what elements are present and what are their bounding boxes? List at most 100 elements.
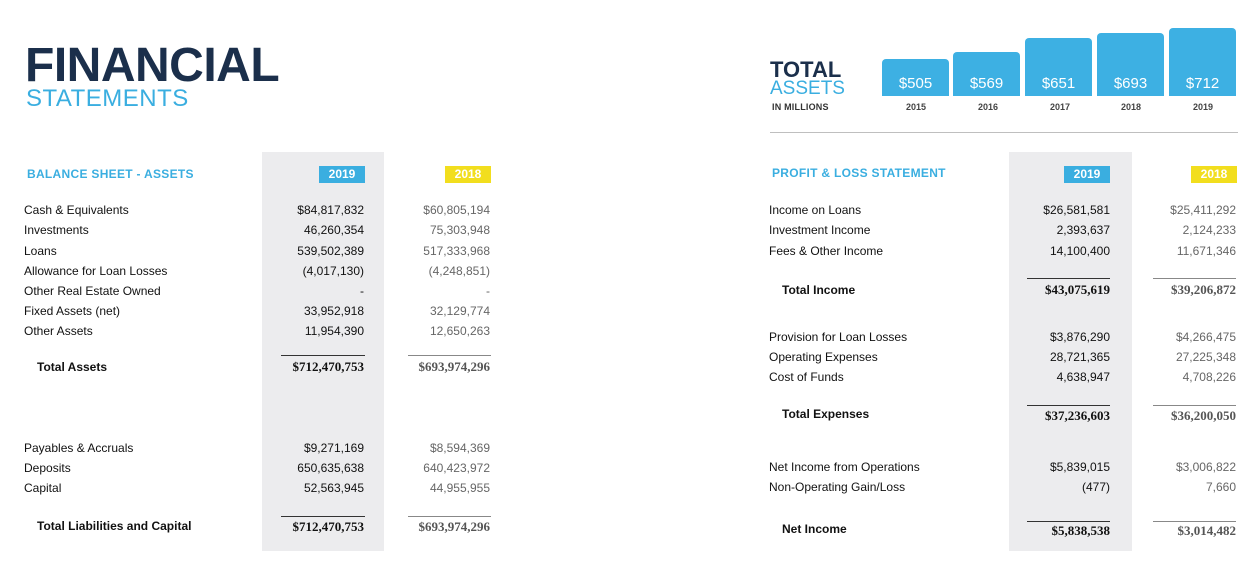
row-label: Capital — [24, 481, 62, 495]
value-2018: $3,006,822 — [1175, 460, 1236, 474]
total-assets-label: Total Assets — [37, 360, 108, 374]
value-2019: (4,017,130) — [302, 264, 364, 278]
bar-year-label: 2016 — [977, 102, 999, 112]
value-2018: 12,650,263 — [429, 324, 490, 338]
value-2019: 539,502,389 — [297, 244, 364, 258]
value-2019: $5,839,015 — [1049, 460, 1110, 474]
value-2019: 46,260,354 — [303, 223, 364, 237]
row-label: Cost of Funds — [769, 370, 844, 384]
value-2019: $84,817,832 — [297, 203, 364, 217]
value-2018: 517,333,968 — [423, 244, 490, 258]
row-label: Payables & Accruals — [24, 441, 134, 455]
bar-value: $505 — [898, 75, 933, 92]
total-income-label: Total Income — [782, 283, 856, 297]
badge-2019: 2019 — [1064, 166, 1110, 183]
value-2018: $8,594,369 — [429, 441, 490, 455]
total-assets-2019: $712,470,753 — [292, 359, 365, 374]
total-expenses-label: Total Expenses — [782, 407, 870, 421]
bar-year-label: 2015 — [905, 102, 927, 112]
total-liabilities-2019: $712,470,753 — [292, 519, 365, 534]
total-assets-subtitle: ASSETS — [770, 78, 845, 99]
total-expenses-2019: $37,236,603 — [1045, 408, 1110, 423]
value-2019: $26,581,581 — [1043, 203, 1110, 217]
value-2019: 650,635,638 — [297, 461, 364, 475]
badge-2018: 2018 — [1191, 166, 1237, 183]
total-rule-2018 — [1153, 521, 1236, 522]
bar-year-label: 2017 — [1049, 102, 1071, 112]
value-2018: 75,303,948 — [429, 223, 490, 237]
total-assets-unit: IN MILLIONS — [772, 102, 829, 112]
badge-2018: 2018 — [445, 166, 491, 183]
row-label: Income on Loans — [769, 203, 862, 217]
total-rule-2019 — [281, 355, 365, 356]
page-subtitle: STATEMENTS — [26, 85, 189, 112]
value-2019: 11,954,390 — [304, 324, 364, 338]
value-2018: (4,248,851) — [428, 264, 490, 278]
total-rule-2019 — [281, 516, 365, 517]
total-assets-bar: $569 — [953, 52, 1020, 96]
value-2018: 4,708,226 — [1182, 370, 1236, 384]
row-label: Net Income from Operations — [769, 460, 920, 474]
net-income-2018: $3,014,482 — [1177, 523, 1237, 538]
total-assets-2018: $693,974,296 — [418, 359, 491, 374]
row-label: Fixed Assets (net) — [24, 304, 121, 318]
value-2019: 2,393,637 — [1056, 223, 1110, 237]
total-assets-bar: $693 — [1097, 33, 1164, 96]
row-label: Other Assets — [24, 324, 93, 338]
pl-heading: PROFIT & LOSS STATEMENT — [772, 166, 946, 180]
total-assets-bar: $651 — [1025, 38, 1092, 96]
bar-value: $712 — [1185, 75, 1220, 92]
bar-value: $693 — [1113, 75, 1148, 92]
total-liabilities-2018: $693,974,296 — [418, 519, 491, 534]
value-2019: 33,952,918 — [303, 304, 364, 318]
net-income-label: Net Income — [782, 522, 847, 536]
total-rule-2019 — [1027, 278, 1110, 279]
row-label: Investment Income — [769, 223, 871, 237]
value-2019: 52,563,945 — [303, 481, 364, 495]
value-2018: $4,266,475 — [1175, 330, 1236, 344]
value-2019: 4,638,947 — [1056, 370, 1110, 384]
total-income-2019: $43,075,619 — [1045, 282, 1110, 297]
row-label: Fees & Other Income — [769, 244, 884, 258]
value-2019: (477) — [1081, 480, 1110, 494]
bar-year-label: 2018 — [1120, 102, 1142, 112]
total-assets-bar: $505 — [882, 59, 949, 96]
total-rule-2019 — [1027, 521, 1110, 522]
bar-value: $569 — [969, 75, 1004, 92]
total-rule-2019 — [1027, 405, 1110, 406]
value-2018: 32,129,774 — [429, 304, 490, 318]
value-2018: 2,124,233 — [1182, 223, 1236, 237]
value-2019: $9,271,169 — [303, 441, 364, 455]
badge-2019: 2019 — [319, 166, 365, 183]
value-2018: 7,660 — [1205, 480, 1236, 494]
row-label: Allowance for Loan Losses — [24, 264, 168, 278]
value-2018: $25,411,292 — [1170, 203, 1236, 217]
row-label: Loans — [24, 244, 57, 258]
row-label: Non-Operating Gain/Loss — [769, 480, 906, 494]
value-2018: 640,423,972 — [423, 461, 490, 475]
header-divider — [770, 132, 1238, 133]
total-income-2018: $39,206,872 — [1171, 282, 1236, 297]
value-2019: $3,876,290 — [1049, 330, 1110, 344]
bar-value: $651 — [1041, 75, 1076, 92]
value-2018: 27,225,348 — [1175, 350, 1236, 364]
row-label: Deposits — [24, 461, 71, 475]
value-2018: - — [486, 284, 490, 298]
total-assets-bar: $712 — [1169, 28, 1236, 96]
value-2018: 11,671,346 — [1176, 244, 1236, 258]
row-label: Operating Expenses — [769, 350, 878, 364]
bar-year-label: 2019 — [1192, 102, 1214, 112]
value-2019: 14,100,400 — [1049, 244, 1110, 258]
row-label: Investments — [24, 223, 89, 237]
value-2018: 44,955,955 — [429, 481, 490, 495]
value-2018: $60,805,194 — [423, 203, 490, 217]
value-2019: 28,721,365 — [1049, 350, 1110, 364]
row-label: Provision for Loan Losses — [769, 330, 908, 344]
total-rule-2018 — [1153, 278, 1236, 279]
total-expenses-2018: $36,200,050 — [1171, 408, 1236, 423]
total-rule-2018 — [408, 355, 491, 356]
total-liabilities-label: Total Liabilities and Capital — [37, 519, 192, 533]
value-2019: - — [360, 284, 364, 298]
row-label: Cash & Equivalents — [24, 203, 129, 217]
net-income-2019: $5,838,538 — [1051, 523, 1111, 538]
